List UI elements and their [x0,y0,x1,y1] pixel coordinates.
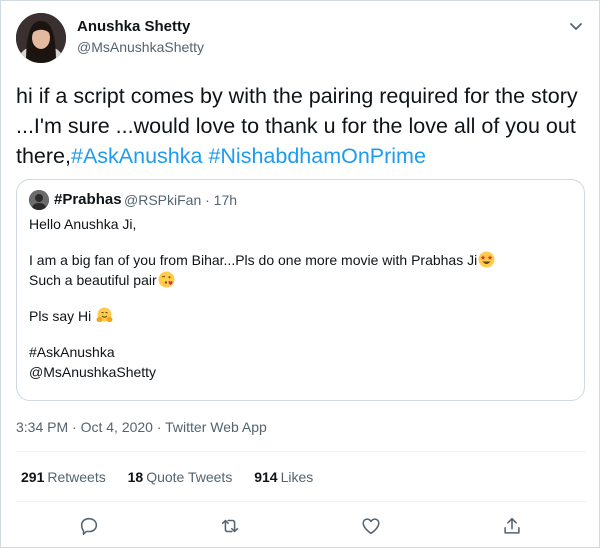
hugging-face-icon [96,307,113,329]
quoted-mention[interactable]: @MsAnushkaShetty [29,362,569,382]
reply-icon[interactable] [78,515,100,537]
retweets-label: Retweets [47,469,106,485]
avatar[interactable] [16,13,66,63]
quoted-line-text: Such a beautiful pair [29,272,157,288]
quoted-line: Such a beautiful pair [29,270,569,290]
quote-tweets-label: Quote Tweets [146,469,233,485]
quoted-line-text: Pls say Hi [29,308,92,324]
quoted-author-name[interactable]: #Prabhas [54,191,122,208]
face-blowing-kiss-icon [158,271,175,293]
engagement-stats: 291 Retweets 18 Quote Tweets 914 Likes [21,469,331,485]
quoted-hashtag[interactable]: #AskAnushka [29,342,569,362]
hashtag-link[interactable]: #NishabdhamOnPrime [208,144,426,168]
tweet-card: Anushka Shetty @MsAnushkaShetty hi if a … [0,0,600,548]
author-name[interactable]: Anushka Shetty [77,18,190,35]
likes-count: 914 [254,469,278,485]
quoted-line: Pls say Hi [29,306,569,326]
likes-label: Likes [280,469,314,485]
quote-tweets-count: 18 [127,469,144,485]
quoted-body: Hello Anushka Ji, I am a big fan of you … [29,214,569,382]
hashtag-link[interactable]: #AskAnushka [71,144,202,168]
star-struck-icon [478,251,495,273]
divider [16,451,586,452]
quote-tweets-stat[interactable]: 18 Quote Tweets [128,469,233,485]
share-icon[interactable] [501,515,523,537]
divider [16,501,586,502]
retweets-stat[interactable]: 291 Retweets [21,469,106,485]
quoted-author-handle[interactable]: @RSPkiFan [124,192,201,208]
quoted-line: Hello Anushka Ji, [29,216,137,232]
likes-stat[interactable]: 914 Likes [254,469,313,485]
retweets-count: 291 [21,469,45,485]
heart-icon[interactable] [360,515,382,537]
quoted-avatar[interactable] [29,190,49,210]
retweet-icon[interactable] [219,515,241,537]
quoted-time: · 17h [205,192,238,208]
quoted-meta: @RSPkiFan · 17h [124,192,237,208]
quoted-line-text: I am a big fan of you from Bihar...Pls d… [29,252,478,268]
tweet-timestamp[interactable]: 3:34 PM · Oct 4, 2020 · Twitter Web App [16,419,267,435]
tweet-text: hi if a script comes by with the pairing… [16,81,588,171]
quoted-tweet[interactable]: #Prabhas @RSPkiFan · 17h Hello Anushka J… [16,179,585,401]
quoted-line: I am a big fan of you from Bihar...Pls d… [29,250,569,270]
chevron-down-icon[interactable] [567,17,585,35]
author-handle[interactable]: @MsAnushkaShetty [77,39,204,55]
